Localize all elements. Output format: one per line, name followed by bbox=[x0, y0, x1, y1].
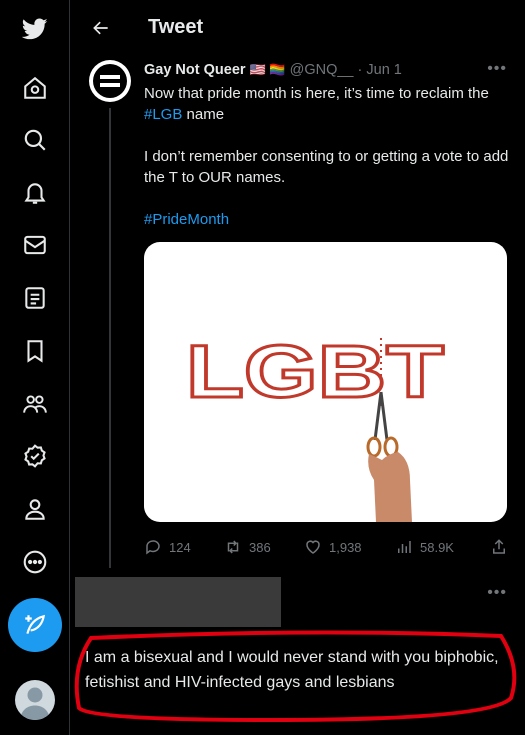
author-display-name[interactable]: Gay Not Queer bbox=[144, 62, 246, 78]
home-icon[interactable] bbox=[20, 73, 50, 103]
reply-more-options-icon[interactable]: ••• bbox=[487, 584, 507, 602]
retweet-count: 386 bbox=[249, 539, 271, 555]
tweet-more-options-icon[interactable]: ••• bbox=[487, 60, 507, 78]
back-arrow-icon bbox=[93, 21, 108, 35]
share-action[interactable] bbox=[490, 538, 508, 556]
twitter-logo-icon[interactable] bbox=[20, 14, 50, 44]
sidebar bbox=[0, 0, 70, 735]
notifications-bell-icon[interactable] bbox=[20, 178, 50, 208]
main-column: Tweet Gay Not Queer 🇺🇸 🏳️‍🌈 @GNQ__ · Jun… bbox=[71, 0, 525, 735]
tweet-date[interactable]: Jun 1 bbox=[366, 62, 401, 78]
like-action[interactable]: 1,938 bbox=[304, 538, 362, 556]
share-icon bbox=[493, 539, 505, 554]
retweet-icon bbox=[227, 540, 239, 554]
equal-sign-logo-icon bbox=[93, 64, 127, 98]
tweet-actions-bar: 124 386 1,938 58.9K bbox=[144, 538, 514, 558]
author-handle[interactable]: @GNQ__ bbox=[290, 62, 354, 78]
feather-plus-icon bbox=[25, 614, 46, 634]
heart-icon bbox=[306, 540, 320, 554]
account-avatar[interactable] bbox=[15, 680, 55, 720]
media-letters: LGBT bbox=[186, 330, 444, 413]
reply-text: I am a bisexual and I would never stand … bbox=[85, 649, 499, 691]
page-title: Tweet bbox=[148, 16, 204, 38]
reply-action[interactable]: 124 bbox=[144, 538, 191, 556]
tweet-paragraph-1: Now that pride month is here, it’s time … bbox=[144, 85, 489, 123]
views-chart-icon bbox=[398, 541, 411, 553]
more-circle-icon[interactable] bbox=[20, 547, 50, 577]
bookmarks-icon[interactable] bbox=[20, 336, 50, 366]
default-avatar-icon bbox=[20, 687, 50, 720]
tweet-header: Gay Not Queer 🇺🇸 🏳️‍🌈 @GNQ__ · Jun 1 bbox=[144, 62, 402, 78]
redacted-reply-author bbox=[75, 577, 281, 627]
verified-icon[interactable] bbox=[20, 441, 50, 471]
compose-tweet-button[interactable] bbox=[8, 598, 62, 652]
reply-count: 124 bbox=[169, 539, 191, 555]
separator-dot: · bbox=[357, 62, 363, 78]
tweet-media-image[interactable]: LGBT bbox=[144, 242, 507, 522]
hashtag-pridemonth-paragraph: #PrideMonth bbox=[144, 209, 514, 230]
lists-icon[interactable] bbox=[20, 283, 50, 313]
back-button[interactable] bbox=[87, 14, 115, 42]
hashtag-lgb[interactable]: #LGB bbox=[144, 106, 182, 123]
profile-icon[interactable] bbox=[20, 494, 50, 524]
tweet-body: Now that pride month is here, it’s time … bbox=[144, 83, 514, 230]
views-count: 58.9K bbox=[420, 539, 454, 555]
tweet-paragraph-2: I don’t remember consenting to or gettin… bbox=[144, 148, 509, 186]
retweet-action[interactable]: 386 bbox=[224, 538, 271, 556]
author-avatar[interactable] bbox=[89, 60, 131, 102]
views-action[interactable]: 58.9K bbox=[395, 538, 454, 556]
like-count: 1,938 bbox=[329, 539, 362, 555]
thread-line bbox=[109, 108, 111, 568]
page-header: Tweet bbox=[71, 0, 525, 56]
flag-emojis: 🇺🇸 🏳️‍🌈 bbox=[249, 62, 286, 77]
messages-mail-icon[interactable] bbox=[20, 230, 50, 260]
explore-search-icon[interactable] bbox=[20, 125, 50, 155]
reply-icon bbox=[146, 540, 160, 555]
communities-icon[interactable] bbox=[20, 389, 50, 419]
hashtag-pridemonth[interactable]: #PrideMonth bbox=[144, 211, 229, 228]
